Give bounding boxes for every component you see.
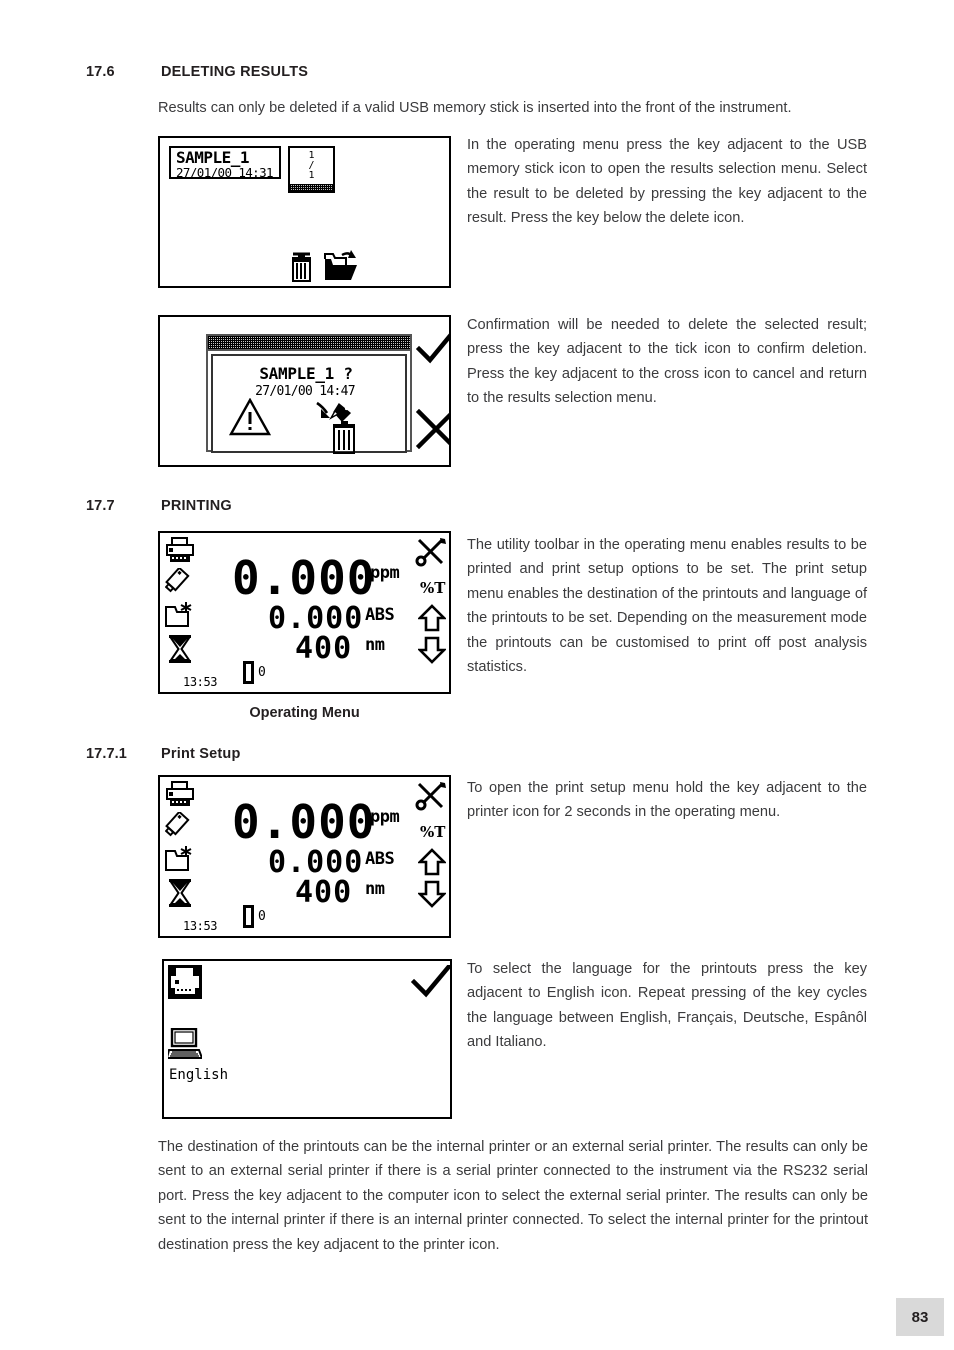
- lcd-print-setup-screen: English: [162, 959, 452, 1119]
- page-indicator-box: 1 / 1: [288, 146, 335, 193]
- main-unit: ppm: [370, 563, 400, 583]
- usb-stick-icon[interactable]: [165, 812, 195, 840]
- main-value: 0.000: [232, 551, 376, 605]
- dialog-title-bar: [208, 336, 410, 351]
- tools-icon[interactable]: [415, 537, 447, 567]
- main-value: 0.000: [232, 795, 376, 849]
- usb-stick-icon[interactable]: [165, 568, 195, 596]
- cell-position-indicator: [243, 905, 254, 928]
- tick-icon[interactable]: [411, 965, 452, 1003]
- wavelength-value: 400: [295, 875, 353, 910]
- abs-unit: ABS: [365, 849, 395, 869]
- down-arrow-icon[interactable]: [418, 636, 446, 664]
- new-folder-icon[interactable]: [164, 601, 196, 629]
- delete-result-icon: [316, 401, 355, 454]
- section-heading-17-6: 17.6 DELETING RESULTS: [86, 64, 308, 80]
- confirm-prompt-text: SAMPLE_1 ?: [259, 364, 353, 383]
- section-number: 17.6: [86, 64, 115, 80]
- tools-icon[interactable]: [415, 781, 447, 811]
- cross-icon[interactable]: [416, 409, 451, 449]
- section-number: 17.7.1: [86, 746, 127, 762]
- up-arrow-icon[interactable]: [418, 848, 446, 876]
- section-intro-text: Results can only be deleted if a valid U…: [158, 100, 792, 116]
- down-arrow-icon[interactable]: [418, 880, 446, 908]
- lcd-operating-menu-screen: 0.000 ppm 0.000 ABS 400 nm 0 13:53 %T: [158, 531, 451, 694]
- wavelength-value: 400: [295, 631, 353, 666]
- cell-position-indicator: [243, 661, 254, 684]
- up-arrow-icon[interactable]: [418, 604, 446, 632]
- paragraph-printout-destination: The destination of the printouts can be …: [158, 1139, 868, 1253]
- cell-position-number: 0: [258, 909, 266, 924]
- hourglass-icon[interactable]: [166, 878, 194, 908]
- printer-icon-selected[interactable]: [168, 965, 202, 999]
- section-heading-17-7: 17.7 PRINTING: [86, 498, 232, 514]
- section-heading-17-7-1: 17.7.1 Print Setup: [86, 746, 241, 762]
- warning-triangle-icon: [229, 398, 271, 436]
- paragraph-print-setup-open: To open the print setup menu hold the ke…: [467, 780, 867, 821]
- operating-menu-caption: Operating Menu: [249, 705, 360, 721]
- result-name: SAMPLE_1: [176, 148, 250, 167]
- confirm-date-text: 27/01/00 14:47: [255, 384, 355, 399]
- section-number: 17.7: [86, 498, 115, 514]
- page-number-chip: 83: [896, 1298, 944, 1336]
- section-title: PRINTING: [161, 498, 232, 514]
- percent-t-label[interactable]: %T: [420, 579, 445, 597]
- paragraph-delete-results-step2: Confirmation will be needed to delete th…: [467, 317, 867, 407]
- wavelength-unit: nm: [365, 879, 385, 899]
- language-label[interactable]: English: [169, 1067, 228, 1083]
- result-date: 27/01/00 14:31: [176, 165, 274, 180]
- page-number: 83: [911, 1308, 929, 1326]
- lcd-results-selection-screen: SAMPLE_1 27/01/00 14:31 1 / 1: [158, 136, 451, 288]
- open-folder-icon[interactable]: [324, 250, 358, 282]
- cell-position-number: 0: [258, 665, 266, 680]
- lcd-delete-confirmation-screen: SAMPLE_1 ? 27/01/00 14:47: [158, 315, 451, 467]
- scrollbar-track[interactable]: [290, 184, 333, 191]
- hourglass-icon[interactable]: [166, 634, 194, 664]
- paragraph-printing-overview: The utility toolbar in the operating men…: [467, 537, 868, 676]
- tick-icon[interactable]: [416, 331, 451, 367]
- paragraph-delete-results-step1: In the operating menu press the key adja…: [467, 137, 867, 227]
- abs-unit: ABS: [365, 605, 395, 625]
- main-unit: ppm: [370, 807, 400, 827]
- section-title: Print Setup: [161, 746, 241, 762]
- page-total: 1: [308, 170, 315, 181]
- computer-icon[interactable]: [168, 1028, 202, 1060]
- printer-icon[interactable]: [165, 781, 195, 807]
- result-list-item[interactable]: SAMPLE_1 27/01/00 14:31: [169, 146, 281, 179]
- new-folder-icon[interactable]: [164, 845, 196, 873]
- wavelength-unit: nm: [365, 635, 385, 655]
- lcd-operating-menu-screen-repeat: 0.000 ppm 0.000 ABS 400 nm 0 13:53 %T: [158, 775, 451, 938]
- clock-time: 13:53: [183, 919, 218, 933]
- clock-time: 13:53: [183, 675, 218, 689]
- printer-icon[interactable]: [165, 537, 195, 563]
- section-title: DELETING RESULTS: [161, 64, 309, 80]
- trash-icon[interactable]: [291, 252, 312, 282]
- dialog-body: SAMPLE_1 ? 27/01/00 14:47: [211, 354, 407, 454]
- confirmation-dialog: SAMPLE_1 ? 27/01/00 14:47: [206, 334, 412, 454]
- paragraph-print-setup-language: To select the language for the printouts…: [467, 961, 867, 1051]
- percent-t-label[interactable]: %T: [420, 823, 445, 841]
